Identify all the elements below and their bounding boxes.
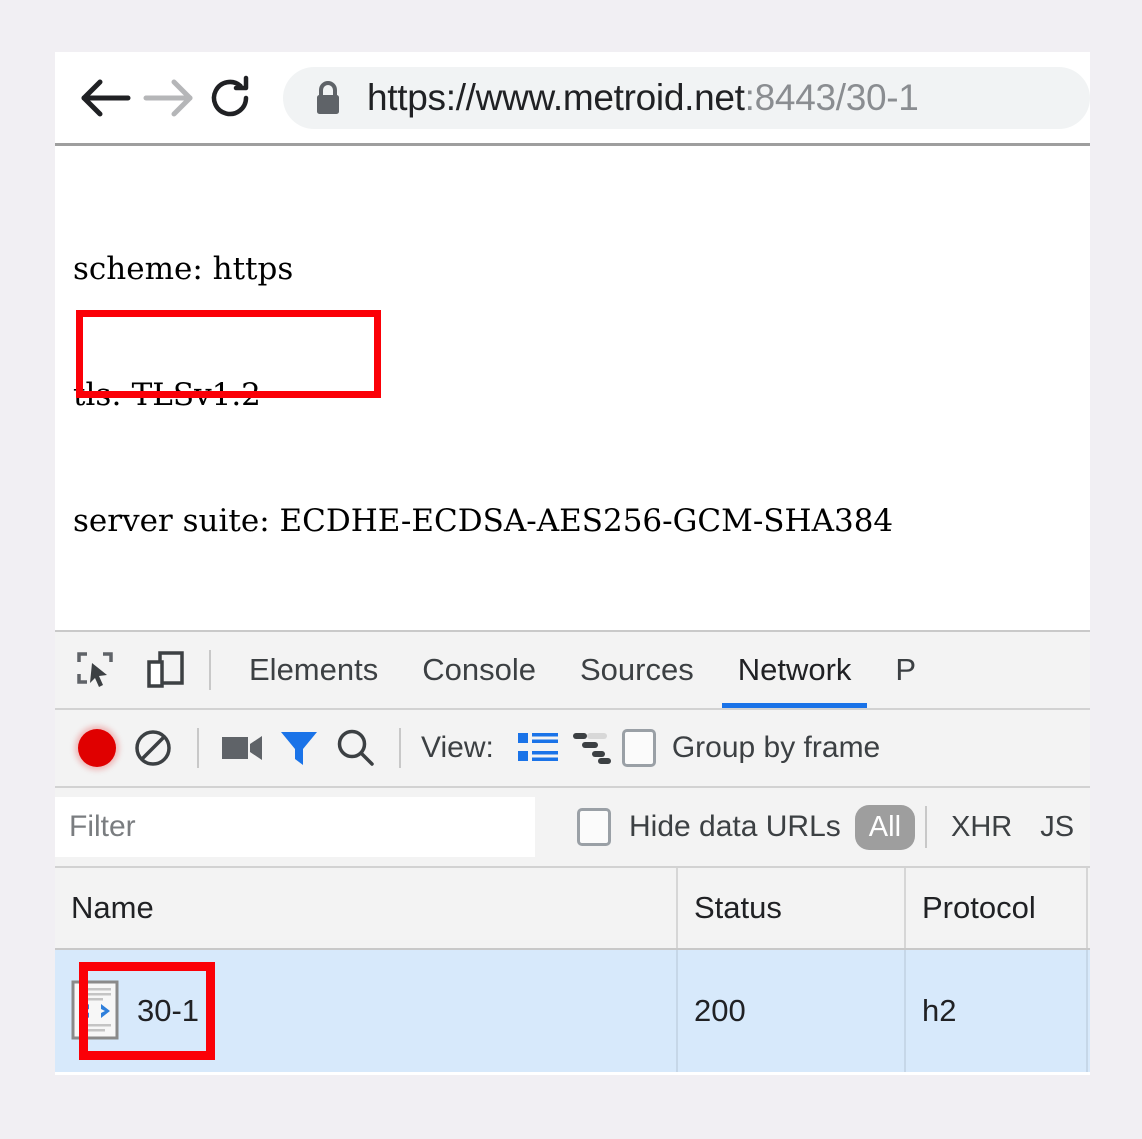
lock-icon bbox=[317, 80, 339, 114]
cell-status[interactable]: 200 bbox=[678, 950, 906, 1072]
view-list-button[interactable] bbox=[510, 720, 566, 776]
hide-data-urls-checkbox[interactable] bbox=[577, 808, 611, 846]
inspect-element-icon bbox=[77, 652, 113, 687]
camera-icon bbox=[222, 736, 262, 760]
list-view-icon bbox=[517, 733, 558, 761]
group-by-frame-label: Group by frame bbox=[671, 731, 881, 764]
document-code-icon-svg bbox=[71, 980, 119, 1040]
filter-toggle-button[interactable] bbox=[271, 720, 327, 776]
inspect-element-button[interactable] bbox=[67, 642, 123, 698]
browser-window: https://www.metroid.net:8443/30-1 scheme… bbox=[55, 52, 1090, 1075]
status-code-text: 200 bbox=[694, 993, 746, 1028]
column-header-status[interactable]: Status bbox=[678, 868, 906, 948]
table-header-row: Name Status Protocol bbox=[55, 868, 1090, 950]
devtools-panel: Elements Console Sources Network P View:… bbox=[55, 632, 1090, 1075]
reload-button[interactable] bbox=[199, 67, 261, 129]
capture-screenshots-button[interactable] bbox=[215, 720, 271, 776]
tab-elements[interactable]: Elements bbox=[227, 632, 400, 708]
view-waterfall-button[interactable] bbox=[566, 720, 622, 776]
url-main: https://www.metroid.net bbox=[367, 76, 745, 118]
filter-type-xhr[interactable]: XHR bbox=[937, 805, 1026, 850]
address-bar[interactable]: https://www.metroid.net:8443/30-1 bbox=[283, 66, 1090, 129]
waterfall-view-icon bbox=[572, 733, 611, 764]
document-code-icon bbox=[71, 980, 121, 1042]
clear-button[interactable] bbox=[125, 720, 181, 776]
hide-data-urls-label: Hide data URLs bbox=[629, 810, 841, 843]
forward-arrow-icon bbox=[143, 79, 193, 116]
tab-console[interactable]: Console bbox=[400, 632, 558, 708]
tabbar-divider bbox=[209, 650, 211, 690]
network-filter-bar: Hide data URLs All XHR JS bbox=[55, 788, 1090, 868]
column-header-protocol[interactable]: Protocol bbox=[906, 868, 1088, 948]
toolbar-divider-1 bbox=[197, 728, 199, 768]
table-row[interactable]: 30-1 200 h2 bbox=[55, 950, 1090, 1075]
tab-sources[interactable]: Sources bbox=[558, 632, 716, 708]
clear-icon bbox=[135, 730, 171, 766]
page-line-tls: tls: TLSv1.2 bbox=[73, 377, 261, 413]
page-line-server-suite: server suite: ECDHE-ECDSA-AES256-GCM-SHA… bbox=[73, 503, 894, 539]
reload-icon bbox=[211, 75, 249, 116]
view-label: View: bbox=[421, 731, 494, 764]
tab-performance[interactable]: P bbox=[873, 632, 938, 708]
filter-input[interactable] bbox=[55, 797, 535, 857]
back-button[interactable] bbox=[75, 67, 137, 129]
protocol-text: h2 bbox=[922, 993, 957, 1028]
network-toolbar: View: Group by frame bbox=[55, 710, 1090, 788]
url-dim: :8443/30-1 bbox=[744, 76, 919, 118]
search-button[interactable] bbox=[327, 720, 383, 776]
search-icon bbox=[337, 729, 374, 766]
filter-type-divider bbox=[925, 806, 928, 848]
record-icon bbox=[78, 729, 116, 767]
network-request-table: Name Status Protocol 30-1 200 h2 bbox=[55, 868, 1090, 1075]
browser-nav-bar: https://www.metroid.net:8443/30-1 bbox=[55, 52, 1090, 146]
device-toolbar-button[interactable] bbox=[137, 642, 193, 698]
record-button[interactable] bbox=[69, 720, 125, 776]
devtools-tab-bar: Elements Console Sources Network P bbox=[55, 632, 1090, 710]
group-by-frame-checkbox[interactable] bbox=[621, 729, 656, 767]
url-text: https://www.metroid.net:8443/30-1 bbox=[367, 77, 919, 119]
filter-type-js[interactable]: JS bbox=[1026, 805, 1088, 850]
device-toolbar-icon bbox=[147, 651, 184, 688]
page-line-scheme: scheme: https bbox=[73, 251, 294, 287]
forward-button[interactable] bbox=[137, 67, 199, 129]
tab-network[interactable]: Network bbox=[716, 632, 874, 708]
request-name-text: 30-1 bbox=[137, 993, 200, 1028]
cell-name[interactable]: 30-1 bbox=[55, 950, 678, 1072]
cell-protocol[interactable]: h2 bbox=[79, 950, 1088, 1072]
column-header-name[interactable]: Name bbox=[55, 868, 678, 948]
toolbar-divider-2 bbox=[399, 728, 401, 768]
filter-funnel-icon bbox=[281, 732, 317, 765]
back-arrow-icon bbox=[81, 79, 131, 116]
filter-type-all[interactable]: All bbox=[854, 804, 916, 850]
page-viewport: scheme: https tls: TLSv1.2 server suite:… bbox=[55, 146, 1090, 791]
